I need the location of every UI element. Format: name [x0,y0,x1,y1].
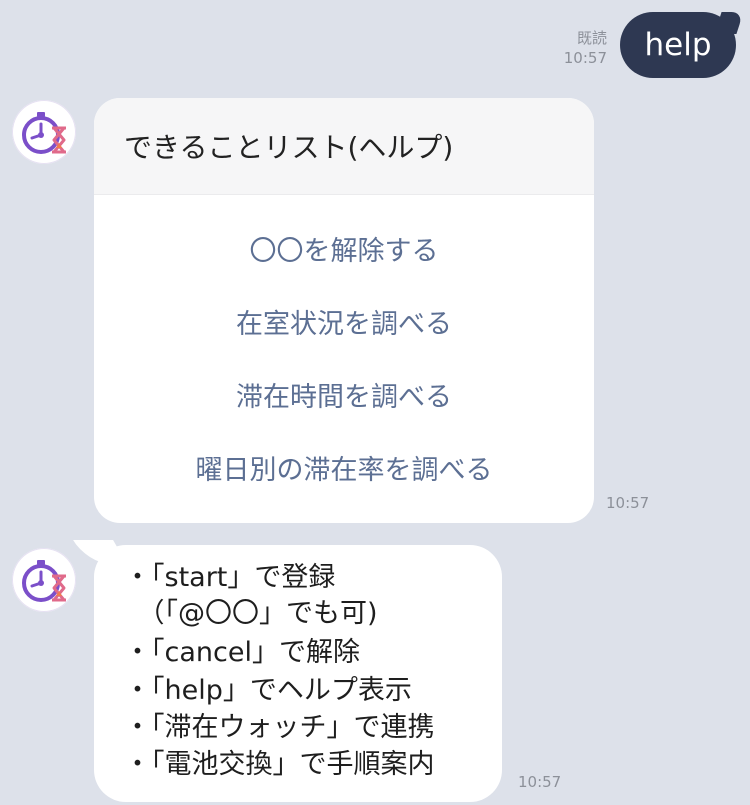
outgoing-message-text: help [644,27,712,63]
read-receipt: 既読 [576,29,607,47]
action-cancel[interactable]: 〇〇を解除する [94,229,594,268]
stopwatch-hourglass-icon [13,549,75,611]
message-line: ・「help」でヘルプ表示 [124,675,412,706]
outgoing-message-bubble[interactable]: help [620,12,736,78]
outgoing-meta: 既読 10:57 [564,28,607,68]
help-menu-card: できることリスト(ヘルプ) 〇〇を解除する 在室状況を調べる 滞在時間を調べる … [94,98,594,523]
message-time: 10:57 [518,773,562,791]
message-line: ・「電池交換」で手順案内 [124,749,435,780]
message-line: ・「滞在ウォッチ」で連携 [124,712,435,743]
action-presence-status[interactable]: 在室状況を調べる [94,302,594,341]
message-line: ・「cancel」で解除 [124,637,360,668]
message-line: ・「start」で登録 [124,562,336,593]
card-title: できることリスト(ヘルプ) [94,98,594,195]
outgoing-time: 10:57 [563,49,607,67]
card-time: 10:57 [606,494,650,512]
stopwatch-hourglass-icon [13,101,75,163]
message-line: （「@〇〇」でも可) [124,598,378,629]
bot-avatar[interactable] [12,548,76,612]
bot-avatar[interactable] [12,100,76,164]
action-stay-time[interactable]: 滞在時間を調べる [94,375,594,414]
action-weekday-stay-rate[interactable]: 曜日別の滞在率を調べる [94,448,594,487]
